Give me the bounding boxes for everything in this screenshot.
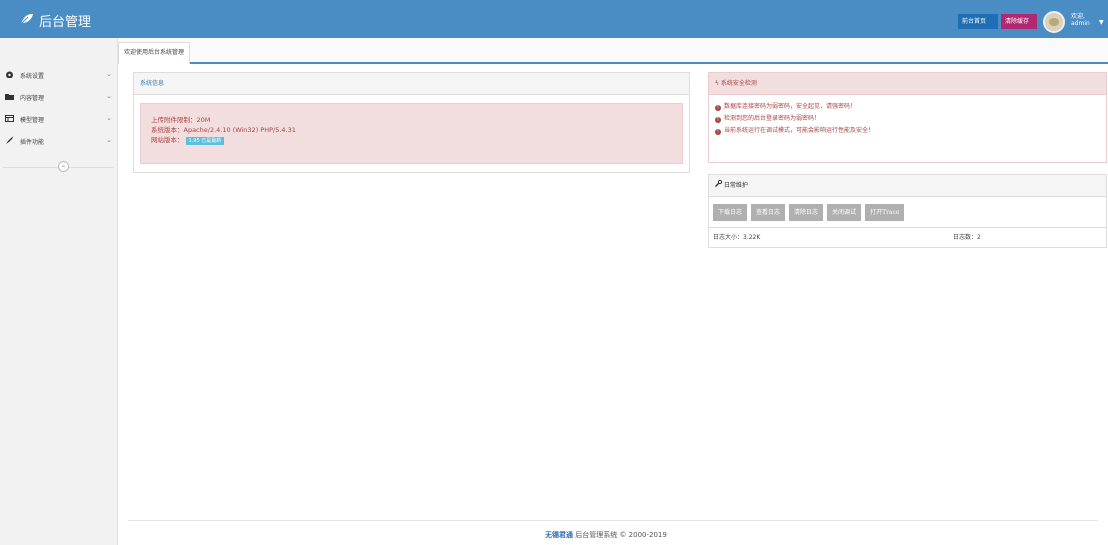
alert-icon: !	[715, 129, 721, 135]
brand-logo[interactable]: 后台管理	[20, 11, 91, 30]
sidebar-item-label: 系统设置	[20, 72, 45, 80]
chevron-down-icon: ⌄	[106, 92, 112, 100]
sidebar-item-content[interactable]: 内容管理 ⌄	[0, 87, 117, 107]
panel-title: 系统安全检测	[720, 80, 757, 87]
sidebar-item-model[interactable]: 模型管理 ⌄	[0, 109, 117, 129]
rocket-icon	[5, 136, 15, 147]
brand-title: 后台管理	[39, 15, 92, 30]
version-badge: 1.95 已是最新	[185, 137, 225, 145]
log-size: 日志大小：3.22K	[713, 234, 761, 241]
clear-log-button[interactable]: 清除日志	[789, 204, 824, 221]
open-trace-button[interactable]: 打开Trace	[865, 204, 905, 221]
table-icon	[5, 114, 15, 124]
avatar[interactable]	[1043, 11, 1065, 33]
chevron-down-icon: ⌄	[106, 114, 112, 122]
tab-bar: 欢迎使用后台系统管理	[118, 38, 1108, 64]
system-info-panel: 系统信息 上传附件限制：20M 系统版本：Apache/2.4.10 (Win3…	[133, 72, 690, 173]
list-item: ! 当前系统运行在调试模式，可能会影响运行性能及安全！	[715, 125, 1100, 137]
upload-limit-text: 上传附件限制：20M	[151, 116, 211, 124]
clear-cache-button[interactable]: 清除缓存	[1001, 14, 1037, 29]
maintenance-buttons: 下载日志 查看日志 清除日志 关闭调试 打开Trace	[713, 204, 908, 221]
log-count: 日志数：2	[953, 234, 981, 241]
footer: 无锡君通 后台管理系统 © 2000-2019	[545, 530, 667, 540]
caret-down-icon[interactable]: ▼	[1099, 19, 1104, 26]
panel-title: 系统信息	[134, 73, 689, 95]
site-version-label: 网站版本：	[151, 136, 184, 144]
footer-divider	[128, 520, 1098, 521]
dashboard-icon	[5, 70, 15, 80]
footer-text: 后台管理系统 © 2000-2019	[573, 531, 667, 539]
sidebar-item-label: 模型管理	[20, 116, 45, 124]
panel-header: 日常维护	[709, 175, 1106, 197]
download-log-button[interactable]: 下载日志	[713, 204, 748, 221]
collapse-sidebar-button[interactable]: «	[58, 161, 69, 172]
site-version-row: 网站版本： 1.95 已是最新	[151, 135, 672, 145]
chevron-down-icon: ⌄	[106, 136, 112, 144]
panel-header: ϟ 系统安全检测	[709, 73, 1106, 95]
footer-brand[interactable]: 无锡君通	[545, 531, 573, 539]
username: admin	[1071, 20, 1090, 27]
system-info-alert: 上传附件限制：20M 系统版本：Apache/2.4.10 (Win32) PH…	[140, 103, 683, 164]
sidebar-item-label: 内容管理	[20, 94, 45, 102]
view-log-button[interactable]: 查看日志	[751, 204, 786, 221]
folder-icon	[5, 93, 15, 102]
list-item: ! 检测到您的后台登录密码为弱密码！	[715, 113, 1100, 125]
leaf-icon	[20, 13, 34, 29]
sidebar-item-label: 插件功能	[20, 138, 45, 146]
disable-debug-button[interactable]: 关闭调试	[827, 204, 862, 221]
alert-icon: !	[715, 117, 721, 123]
tab-welcome[interactable]: 欢迎使用后台系统管理	[118, 42, 191, 64]
maintenance-panel: 日常维护 下载日志 查看日志 清除日志 关闭调试 打开Trace 日志大小：3.…	[708, 174, 1107, 248]
warning-text: 当前系统运行在调试模式，可能会影响运行性能及安全！	[724, 127, 875, 134]
system-version-text: 系统版本：Apache/2.4.10 (Win32) PHP/5.4.31	[151, 126, 296, 134]
top-header: 后台管理 前台首页 清除缓存 欢迎, admin ▼	[0, 0, 1108, 38]
welcome-label: 欢迎,	[1071, 13, 1085, 20]
front-home-button[interactable]: 前台首页	[958, 14, 998, 29]
sidebar: 系统设置 ⌄ 内容管理 ⌄ 模型管理 ⌄ 插件功能 ⌄ «	[0, 38, 118, 545]
list-item: ! 数据库连接密码为弱密码，安全起见，请强密码！	[715, 101, 1100, 113]
warning-text: 数据库连接密码为弱密码，安全起见，请强密码！	[724, 103, 857, 110]
warning-text: 检测到您的后台登录密码为弱密码！	[724, 115, 821, 122]
log-stats-row: 日志大小：3.22K 日志数：2	[709, 227, 1106, 247]
sidebar-item-system-settings[interactable]: 系统设置 ⌄	[0, 65, 117, 85]
bolt-icon: ϟ	[715, 80, 719, 87]
security-check-panel: ϟ 系统安全检测 ! 数据库连接密码为弱密码，安全起见，请强密码！ ! 检测到您的后…	[708, 72, 1107, 163]
alert-icon: !	[715, 105, 721, 111]
security-warning-list: ! 数据库连接密码为弱密码，安全起见，请强密码！ ! 检测到您的后台登录密码为弱密码…	[709, 95, 1106, 143]
sidebar-item-plugins[interactable]: 插件功能 ⌄	[0, 131, 117, 151]
wrench-icon	[715, 179, 724, 189]
panel-title: 日常维护	[723, 182, 748, 189]
user-welcome[interactable]: 欢迎, admin	[1071, 13, 1090, 27]
chevron-down-icon: ⌄	[106, 70, 112, 78]
